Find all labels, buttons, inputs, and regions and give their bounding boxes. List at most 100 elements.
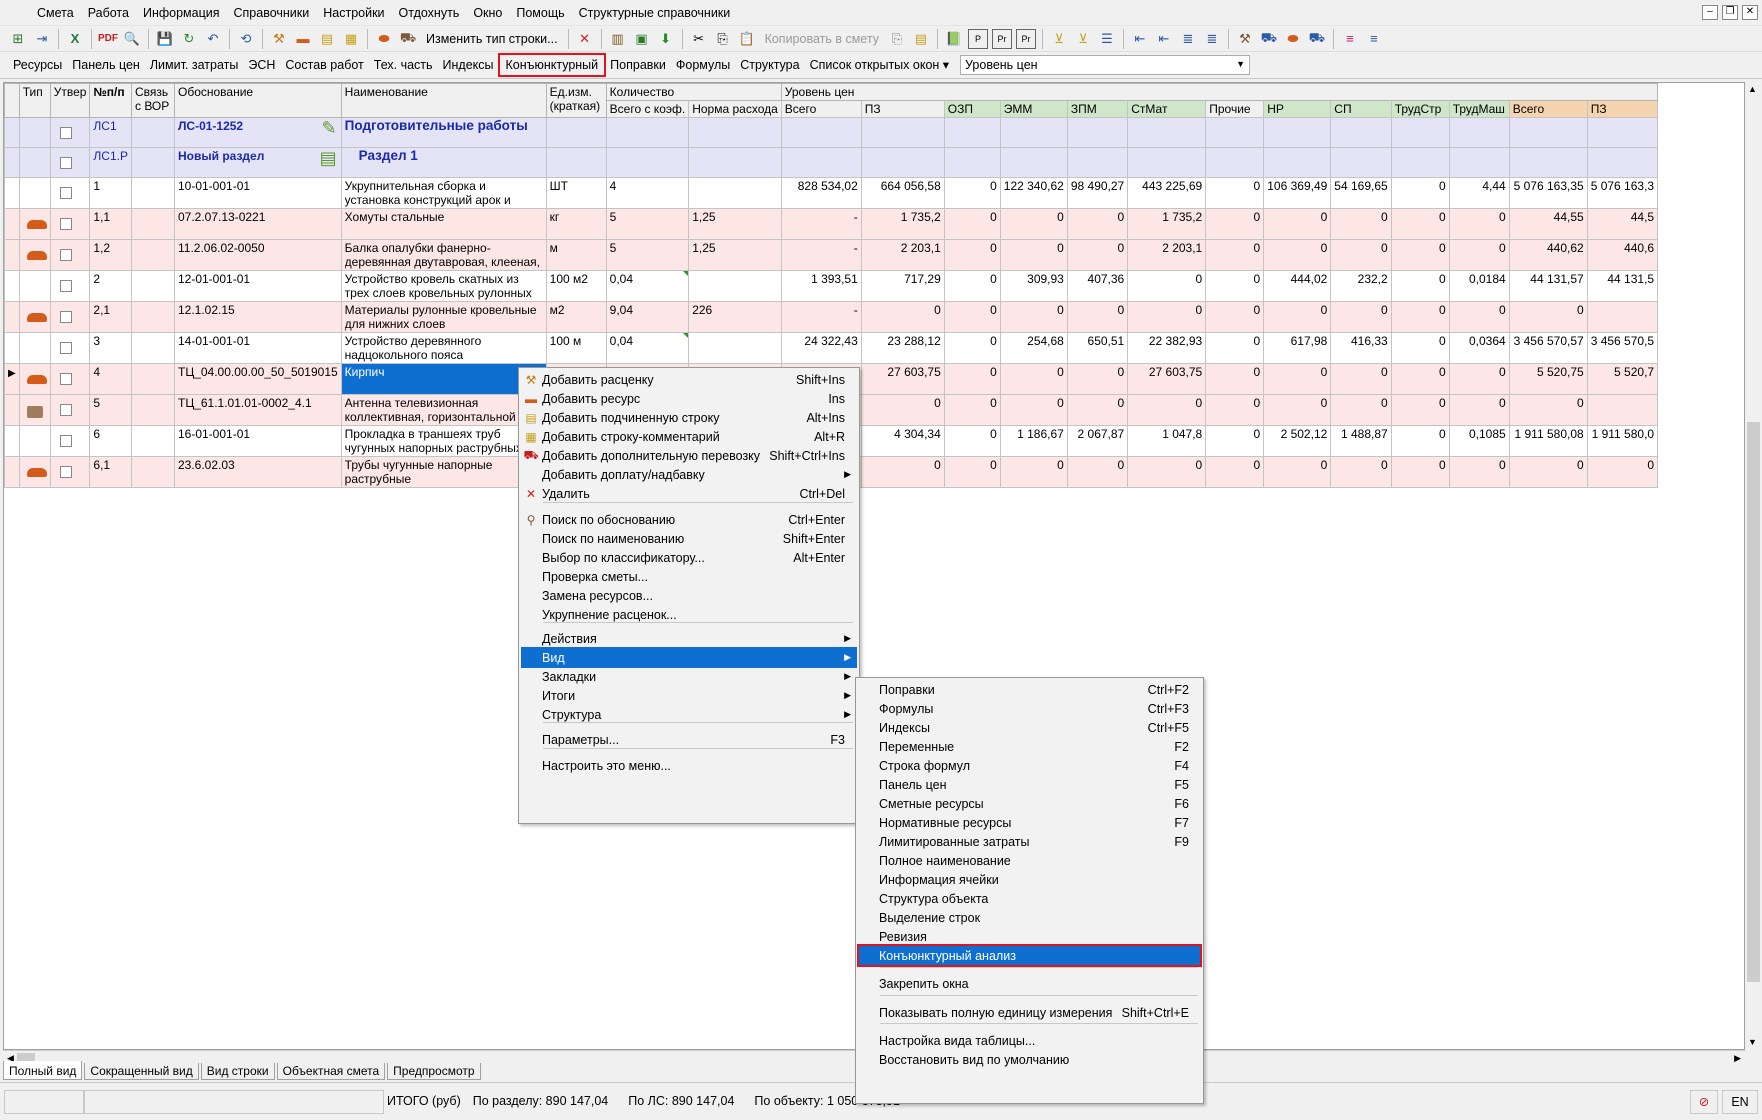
name-cell[interactable]: Хомуты стальные	[340, 208, 547, 240]
vor-cell[interactable]	[130, 239, 175, 271]
value-cell-emm[interactable]: 254,68	[999, 332, 1068, 364]
value-cell-emm[interactable]: 0	[999, 456, 1068, 488]
price-level-select[interactable]: Уровень цен ▼	[960, 55, 1251, 75]
approved-cell[interactable]	[49, 425, 91, 457]
restore-icon[interactable]: ❐	[1722, 5, 1738, 20]
value-cell-emm[interactable]: 0	[999, 394, 1068, 426]
approved-checkbox[interactable]	[59, 127, 72, 139]
books2-icon[interactable]: ≡	[1364, 29, 1384, 49]
value-cell-stmat[interactable]: 1 047,8	[1127, 425, 1207, 457]
ctx-item-2[interactable]: ▤ Добавить подчиненную строку Alt+Ins	[521, 407, 857, 428]
value-cell-total2[interactable]: 5 520,75	[1508, 363, 1588, 395]
submenu-market-analysis[interactable]: Конъюнктурный анализ	[857, 944, 1202, 967]
approved-checkbox[interactable]	[59, 466, 72, 478]
approved-cell[interactable]	[49, 177, 91, 209]
submenu-item-4[interactable]: Строка формул F4	[858, 755, 1201, 776]
value-cell-sp[interactable]: 0	[1330, 239, 1392, 271]
col-nr[interactable]: НР	[1263, 100, 1332, 118]
tab-esn[interactable]: ЭСН	[243, 54, 280, 76]
value-cell-zpm[interactable]: 98 490,27	[1066, 177, 1129, 209]
norm-cell[interactable]: 1,25	[688, 208, 782, 240]
preview-icon[interactable]: 🔍	[122, 29, 142, 49]
value-cell-zpm[interactable]: 0	[1066, 239, 1129, 271]
value-cell-zpm[interactable]: 0	[1066, 394, 1129, 426]
add-rate-icon[interactable]: ⚒	[269, 29, 289, 49]
ctx-item-4[interactable]: ⛟ Добавить дополнительную перевозку Shift+…	[521, 445, 857, 466]
basis-cell[interactable]: 12-01-001-01	[173, 270, 342, 302]
tab-corrections[interactable]: Поправки	[605, 54, 671, 76]
value-cell-trudstr[interactable]: 0	[1390, 456, 1450, 488]
value-cell-other[interactable]: 0	[1205, 208, 1265, 240]
minimize-icon[interactable]: –	[1702, 5, 1718, 20]
value-cell-nr[interactable]: 617,98	[1263, 332, 1332, 364]
value-cell-sp[interactable]: 0	[1330, 208, 1392, 240]
value-cell-emm[interactable]: 1 186,67	[999, 425, 1068, 457]
unit-cell[interactable]: м2	[545, 301, 607, 333]
approved-checkbox[interactable]	[59, 435, 72, 447]
vor-cell[interactable]	[130, 301, 175, 333]
approved-checkbox[interactable]	[59, 404, 72, 416]
value-cell-ozp[interactable]: 0	[943, 177, 1001, 209]
value-cell-nr[interactable]: 0	[1263, 363, 1332, 395]
menu-window[interactable]: Окно	[466, 0, 509, 26]
col-stmat[interactable]: СтМат	[1127, 100, 1207, 118]
value-cell-sp[interactable]: 0	[1330, 301, 1392, 333]
car-icon[interactable]: ⛟	[1307, 29, 1327, 49]
col-total2[interactable]: Всего	[1508, 100, 1588, 118]
submenu-item-17[interactable]: Настройка вида таблицы...	[858, 1030, 1201, 1051]
value-cell-stmat[interactable]: 2 203,1	[1127, 239, 1207, 271]
num-cell[interactable]: 4	[89, 363, 132, 395]
approved-checkbox[interactable]	[59, 342, 72, 354]
align2-icon[interactable]: ≣	[1202, 29, 1222, 49]
value-cell-other[interactable]: 0	[1205, 394, 1265, 426]
num-cell[interactable]: 6	[89, 425, 132, 457]
submenu-item-10[interactable]: Информация ячейки	[858, 869, 1201, 890]
unit-cell[interactable]: 100 м2	[545, 270, 607, 302]
approved-checkbox[interactable]	[59, 311, 72, 323]
name-cell[interactable]: Подготовительные работы	[340, 117, 547, 148]
tab-price-panel[interactable]: Панель цен	[67, 54, 145, 76]
delete-icon[interactable]: ✕	[575, 29, 595, 49]
col-name[interactable]: Наименование	[340, 83, 547, 118]
tab-short-view[interactable]: Сокращенный вид	[84, 1063, 199, 1080]
basis-cell[interactable]: ТЦ_04.00.00.00_50_5019015	[173, 363, 342, 395]
vor-cell[interactable]	[130, 425, 175, 457]
vor-cell[interactable]	[130, 177, 175, 209]
unit-cell[interactable]: кг	[545, 208, 607, 240]
doc-pr-icon[interactable]: Pr	[991, 28, 1012, 49]
col-trudstr[interactable]: ТрудСтр	[1390, 100, 1450, 118]
value-cell-trudmash[interactable]: 0	[1448, 394, 1510, 426]
scroll-right-icon[interactable]: ▶	[1734, 1053, 1741, 1064]
value-cell-stmat[interactable]: 443 225,69	[1127, 177, 1207, 209]
name-cell[interactable]: Устройство кровель скатных из трех слоев…	[340, 270, 547, 302]
value-cell-total[interactable]: -	[780, 301, 862, 333]
value-cell-ozp[interactable]: 0	[943, 239, 1001, 271]
menu-smeta[interactable]: Смета	[30, 0, 81, 26]
tab-formulas[interactable]: Формулы	[671, 54, 735, 76]
list-icon[interactable]: ☰	[1097, 29, 1117, 49]
copy-icon[interactable]: ⎘	[713, 29, 733, 49]
submenu-item-1[interactable]: Формулы Ctrl+F3	[858, 698, 1201, 719]
filter-icon[interactable]: ⊻	[1049, 29, 1069, 49]
ctx-item-6[interactable]: ✕ Удалить Ctrl+Del	[521, 483, 857, 504]
value-cell-trudmash[interactable]: 0	[1448, 301, 1510, 333]
value-cell-trudstr[interactable]: 0	[1390, 425, 1450, 457]
ctx-item-9[interactable]: Выбор по классификатору... Alt+Enter	[521, 547, 857, 568]
value-cell-pz[interactable]: 717,29	[860, 270, 945, 302]
tab-tech-part[interactable]: Тех. часть	[369, 54, 438, 76]
name-cell[interactable]: Материалы рулонные кровельные для нижних…	[340, 301, 547, 333]
value-cell-other[interactable]: 0	[1205, 239, 1265, 271]
value-cell-other[interactable]: 0	[1205, 363, 1265, 395]
insert-icon[interactable]: ⇥	[32, 29, 52, 49]
col-basis[interactable]: Обоснование	[173, 83, 342, 118]
value-cell-stmat[interactable]: 1 735,2	[1127, 208, 1207, 240]
book-icon[interactable]: 📗	[944, 29, 964, 49]
menu-rabota[interactable]: Работа	[81, 0, 136, 26]
open-windows-dropdown[interactable]: Список открытых окон ▾	[805, 54, 954, 76]
value-cell-total2[interactable]: 0	[1508, 456, 1588, 488]
norm-cell[interactable]: 1,25	[688, 239, 782, 271]
vor-cell[interactable]	[130, 332, 175, 364]
submenu-item-16[interactable]: Показывать полную единицу измерения Shift…	[858, 1002, 1201, 1023]
submenu-item-8[interactable]: Лимитированные затраты F9	[858, 831, 1201, 852]
unit-cell[interactable]: 100 м	[545, 332, 607, 364]
